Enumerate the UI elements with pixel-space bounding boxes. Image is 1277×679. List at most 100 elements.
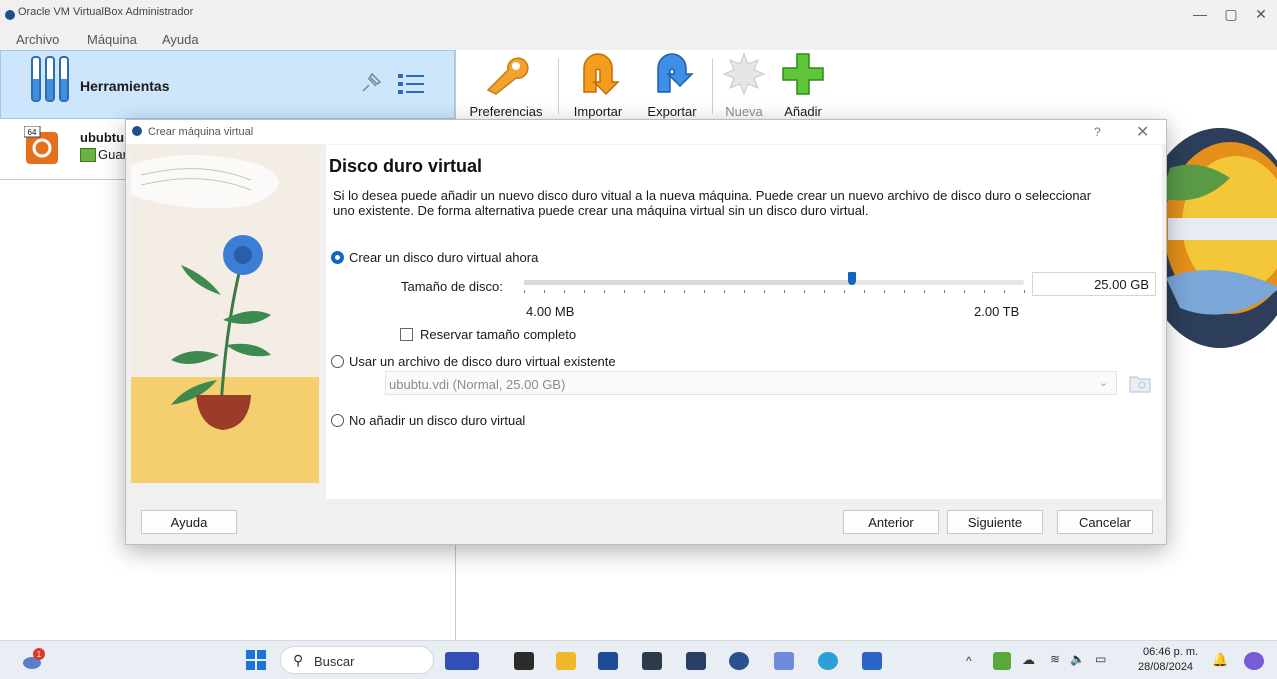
radio-existing-disk-label[interactable]: Usar un archivo de disco duro virtual ex… xyxy=(349,354,616,369)
wifi-icon[interactable]: ≋ xyxy=(1050,652,1060,666)
slider-tick xyxy=(704,290,705,293)
dialog-title-bar: Crear máquina virtual ? ✕ xyxy=(126,120,1166,144)
new-machine-icon xyxy=(722,52,766,96)
clock-date[interactable]: 28/08/2024 xyxy=(1138,661,1193,673)
slider-tick xyxy=(964,290,965,293)
saved-state-icon xyxy=(80,148,96,162)
task-view-icon[interactable] xyxy=(514,652,534,670)
help-button[interactable]: Ayuda xyxy=(141,510,237,534)
tools-icon xyxy=(31,56,69,102)
radio-no-disk[interactable] xyxy=(331,414,344,427)
chevron-down-icon: ⌄ xyxy=(1098,377,1108,389)
virtualbox-logo-icon xyxy=(132,126,142,136)
back-button[interactable]: Anterior xyxy=(843,510,939,534)
preallocate-checkbox[interactable] xyxy=(400,328,413,341)
windows-start-icon[interactable] xyxy=(246,650,266,670)
next-button[interactable]: Siguiente xyxy=(947,510,1043,534)
slider-handle[interactable] xyxy=(847,272,856,285)
slider-tick xyxy=(784,290,785,293)
volume-icon[interactable]: 🔈 xyxy=(1070,652,1085,666)
exportar-button[interactable]: Exportar xyxy=(637,52,707,119)
nueva-button[interactable]: Nueva xyxy=(718,52,770,119)
word-icon[interactable] xyxy=(862,652,882,670)
clock-time[interactable]: 06:46 p. m. xyxy=(1143,646,1198,658)
maximize-button[interactable]: ▢ xyxy=(1216,6,1246,23)
tray-app-icon[interactable] xyxy=(993,652,1011,670)
os-badge: 64 xyxy=(28,128,37,137)
folder-browse-icon[interactable] xyxy=(1129,373,1151,393)
close-button[interactable]: ✕ xyxy=(1246,6,1276,23)
amazon-icon[interactable] xyxy=(642,652,662,670)
nueva-label: Nueva xyxy=(725,104,763,119)
cloud-icon[interactable]: ☁ xyxy=(1022,652,1035,668)
close-icon[interactable]: ✕ xyxy=(1136,122,1149,142)
menu-list-icon[interactable] xyxy=(397,72,425,96)
coppel-app-icon[interactable] xyxy=(445,652,479,670)
minimize-button[interactable]: — xyxy=(1185,6,1215,22)
battery-icon[interactable]: ▭ xyxy=(1095,652,1106,666)
slider-tick xyxy=(904,290,905,293)
radio-create-disk[interactable] xyxy=(331,251,344,264)
title-bar: Oracle VM VirtualBox Administrador — ▢ ✕ xyxy=(0,0,1277,30)
taskbar xyxy=(0,640,1277,679)
menu-archivo[interactable]: Archivo xyxy=(16,32,59,47)
disk-size-input[interactable]: 25.00 GB xyxy=(1032,272,1156,296)
slider-tick xyxy=(984,290,985,293)
virtualbox-taskbar-icon[interactable] xyxy=(729,652,749,670)
cancel-button[interactable]: Cancelar xyxy=(1057,510,1153,534)
menu-ayuda[interactable]: Ayuda xyxy=(162,32,199,47)
search-label: Buscar xyxy=(314,654,355,669)
radio-create-disk-label[interactable]: Crear un disco duro virtual ahora xyxy=(349,250,538,265)
weather-widget[interactable]: 1 xyxy=(22,648,46,670)
importar-button[interactable]: Importar xyxy=(566,52,630,119)
existing-disk-value: ububtu.vdi (Normal, 25.00 GB) xyxy=(389,377,566,392)
add-plus-icon xyxy=(782,53,824,95)
slider-tick xyxy=(524,290,525,293)
slider-tick xyxy=(624,290,625,293)
existing-disk-select[interactable]: ububtu.vdi (Normal, 25.00 GB) ⌄ xyxy=(385,371,1117,395)
radio-existing-disk[interactable] xyxy=(331,355,344,368)
toolbar-separator xyxy=(712,58,713,114)
window-title: Oracle VM VirtualBox Administrador xyxy=(18,6,194,18)
radio-no-disk-label[interactable]: No añadir un disco duro virtual xyxy=(349,413,525,428)
page-title: Disco duro virtual xyxy=(329,156,483,176)
wizard-page: Disco duro virtual Si lo desea puede aña… xyxy=(326,145,1162,499)
pin-icon[interactable] xyxy=(360,72,382,94)
slider-tick xyxy=(764,290,765,293)
slider-tick xyxy=(664,290,665,293)
slider-tick xyxy=(844,290,845,293)
dialog-title: Crear máquina virtual xyxy=(148,126,254,138)
preferencias-button[interactable]: Preferencias xyxy=(463,52,549,119)
chevron-up-icon[interactable]: ^ xyxy=(966,654,972,668)
edge-icon[interactable] xyxy=(818,652,838,670)
preallocate-label[interactable]: Reservar tamaño completo xyxy=(420,327,576,342)
slider-tick xyxy=(924,290,925,293)
slider-tick xyxy=(744,290,745,293)
menu-maquina[interactable]: Máquina xyxy=(87,32,137,47)
slider-min-label: 4.00 MB xyxy=(526,304,575,319)
slider-tick xyxy=(724,290,725,293)
slider-tick xyxy=(584,290,585,293)
copilot-icon[interactable] xyxy=(1244,652,1264,670)
dropbox-icon[interactable] xyxy=(686,652,706,670)
weather-badge: 1 xyxy=(37,650,42,659)
snipping-tool-icon[interactable] xyxy=(774,652,794,670)
slider-tick xyxy=(804,290,805,293)
plant-illustration xyxy=(131,145,319,483)
store-icon[interactable] xyxy=(598,652,618,670)
import-arrow-icon xyxy=(583,53,620,96)
page-description: Si lo desea puede añadir un nuevo disco … xyxy=(333,188,1092,218)
slider-tick xyxy=(944,290,945,293)
tools-label: Herramientas xyxy=(80,78,170,94)
slider-tick xyxy=(644,290,645,293)
file-explorer-icon[interactable] xyxy=(556,652,576,670)
wrench-icon xyxy=(486,57,529,95)
slider-tick xyxy=(884,290,885,293)
notifications-bell-icon[interactable]: 🔔 xyxy=(1212,652,1228,668)
exportar-label: Exportar xyxy=(647,104,697,119)
anadir-button[interactable]: Añadir xyxy=(774,52,832,119)
help-icon[interactable]: ? xyxy=(1094,125,1101,139)
slider-max-label: 2.00 TB xyxy=(974,304,1020,319)
disk-size-label: Tamaño de disco: xyxy=(401,279,503,294)
search-icon: ⚲ xyxy=(293,652,304,668)
